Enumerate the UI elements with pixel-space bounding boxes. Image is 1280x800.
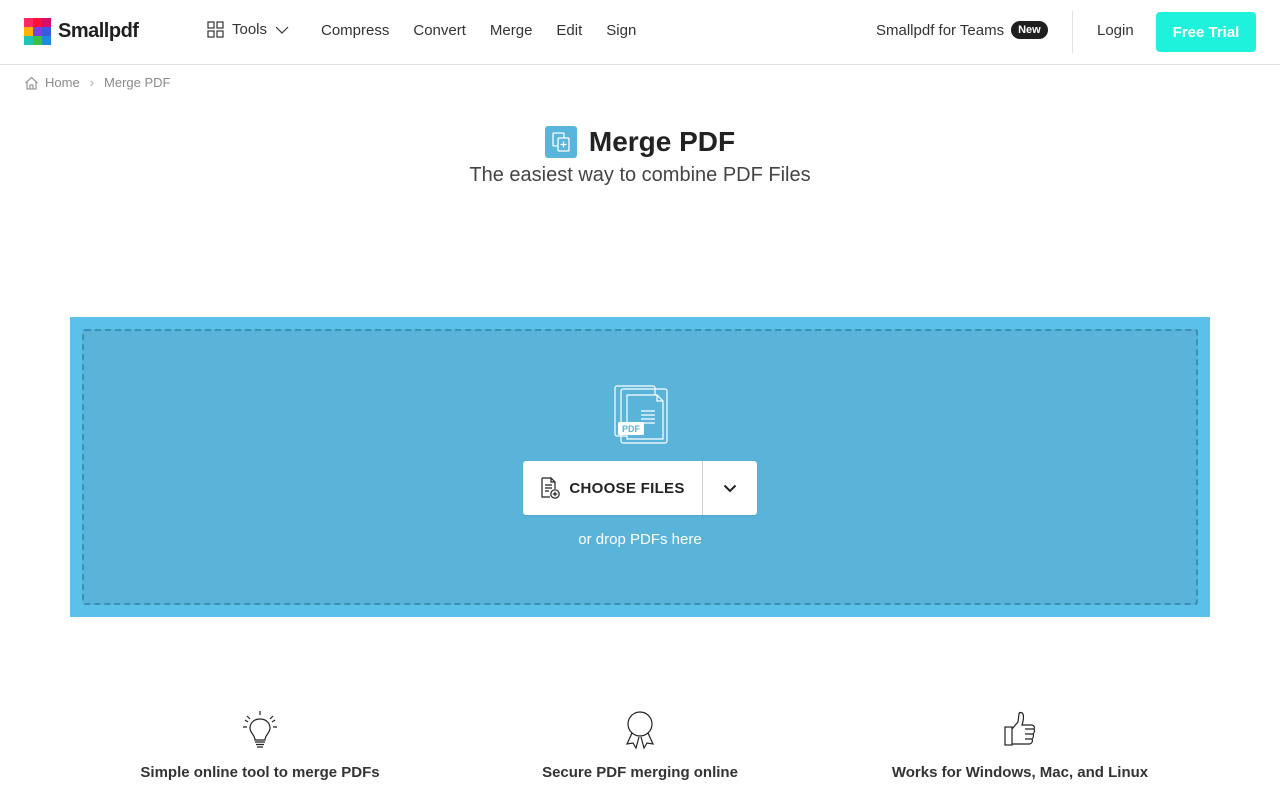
feature-secure: Secure PDF merging online bbox=[450, 710, 830, 781]
main-nav: Compress Convert Merge Edit Sign bbox=[321, 22, 636, 39]
header-divider bbox=[1072, 11, 1073, 53]
award-ribbon-icon bbox=[625, 711, 655, 750]
chevron-down-icon bbox=[723, 484, 737, 492]
lightbulb-icon bbox=[243, 711, 277, 748]
chevron-down-icon bbox=[275, 26, 289, 34]
teams-link[interactable]: Smallpdf for Teams New bbox=[876, 21, 1048, 39]
feature-platforms: Works for Windows, Mac, and Linux bbox=[830, 710, 1210, 781]
dropzone[interactable]: PDF CHOOSE FILES or drop PDFs here bbox=[70, 317, 1210, 617]
drop-hint: or drop PDFs here bbox=[578, 531, 702, 548]
nav-sign[interactable]: Sign bbox=[606, 22, 636, 39]
choose-files-label: CHOOSE FILES bbox=[569, 479, 685, 497]
new-badge: New bbox=[1011, 21, 1048, 39]
feature-title: Secure PDF merging online bbox=[542, 764, 738, 781]
breadcrumb-current: Merge PDF bbox=[104, 75, 171, 90]
smallpdf-logo[interactable]: Smallpdf bbox=[24, 18, 139, 45]
breadcrumb-separator: › bbox=[89, 75, 95, 90]
logo-mark-icon bbox=[24, 18, 51, 45]
page-title-row: Merge PDF bbox=[0, 126, 1280, 158]
site-header: Smallpdf Tools Compress Convert Merge Ed… bbox=[0, 0, 1280, 65]
tools-menu-button[interactable]: Tools bbox=[207, 21, 289, 38]
nav-compress[interactable]: Compress bbox=[321, 22, 389, 39]
choose-files-group: CHOOSE FILES bbox=[523, 461, 757, 515]
grid-icon bbox=[207, 21, 224, 38]
feature-simple: Simple online tool to merge PDFs bbox=[70, 710, 450, 781]
logo-text: Smallpdf bbox=[58, 20, 139, 42]
breadcrumb: Home › Merge PDF bbox=[24, 75, 171, 90]
home-icon bbox=[25, 76, 38, 90]
merge-icon bbox=[544, 126, 577, 158]
free-trial-button[interactable]: Free Trial bbox=[1156, 12, 1256, 52]
dropzone-area[interactable]: PDF CHOOSE FILES or drop PDFs here bbox=[82, 329, 1198, 605]
nav-convert[interactable]: Convert bbox=[413, 22, 466, 39]
tools-label: Tools bbox=[232, 21, 268, 38]
feature-title: Works for Windows, Mac, and Linux bbox=[891, 764, 1149, 781]
teams-label: Smallpdf for Teams bbox=[876, 21, 1005, 39]
nav-edit[interactable]: Edit bbox=[556, 22, 582, 39]
feature-title: Simple online tool to merge PDFs bbox=[140, 764, 380, 781]
login-link[interactable]: Login bbox=[1097, 22, 1134, 39]
thumbs-up-icon bbox=[1004, 711, 1036, 746]
pdf-file-icon: PDF bbox=[614, 385, 668, 444]
page-title: Merge PDF bbox=[588, 126, 736, 157]
add-file-icon bbox=[541, 477, 561, 499]
page-subtitle: The easiest way to combine PDF Files bbox=[469, 164, 811, 186]
choose-files-dropdown[interactable] bbox=[703, 461, 757, 515]
pdf-icon-label: PDF bbox=[622, 424, 641, 434]
choose-files-button[interactable]: CHOOSE FILES bbox=[523, 461, 703, 515]
nav-merge[interactable]: Merge bbox=[490, 22, 533, 39]
breadcrumb-home[interactable]: Home bbox=[45, 75, 80, 90]
